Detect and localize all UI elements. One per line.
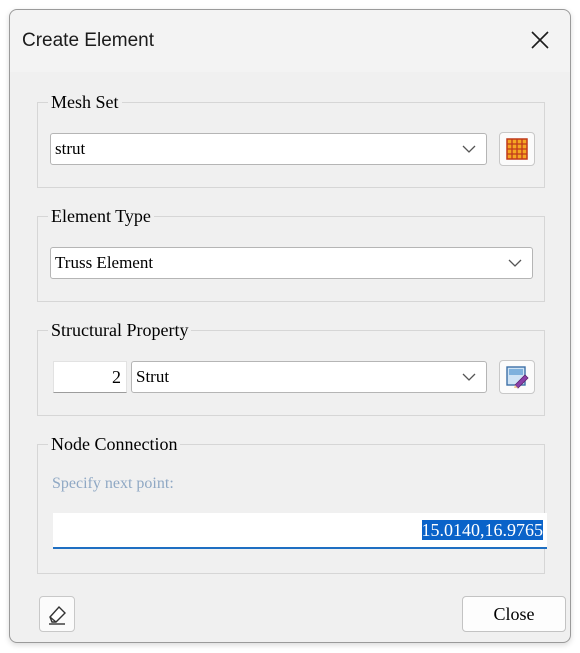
element-type-group: Element Type Truss Element bbox=[37, 204, 545, 302]
create-element-dialog: Create Element Mesh Set strut Element Ty… bbox=[9, 9, 571, 643]
close-x-icon bbox=[531, 31, 549, 49]
property-edit-icon bbox=[506, 366, 529, 389]
property-id-field[interactable]: 2 bbox=[53, 361, 127, 393]
coordinate-value: 15.0140,16.9765 bbox=[421, 520, 543, 540]
structural-property-legend: Structural Property bbox=[48, 318, 192, 342]
window-close-button[interactable] bbox=[518, 20, 562, 60]
chevron-down-icon bbox=[462, 373, 476, 381]
chevron-down-icon bbox=[462, 145, 476, 153]
clear-button[interactable] bbox=[39, 596, 75, 632]
mesh-set-legend: Mesh Set bbox=[48, 90, 122, 114]
title-bar: Create Element bbox=[10, 10, 570, 72]
node-connection-legend: Node Connection bbox=[48, 432, 181, 456]
mesh-set-group: Mesh Set strut bbox=[37, 90, 545, 188]
structural-property-select[interactable]: Strut bbox=[131, 361, 487, 393]
mesh-set-select[interactable]: strut bbox=[50, 133, 487, 165]
close-button[interactable]: Close bbox=[462, 596, 566, 632]
structural-property-group: Structural Property 2 Strut bbox=[37, 318, 545, 416]
mesh-grid-icon bbox=[506, 138, 528, 160]
dialog-title: Create Element bbox=[22, 30, 155, 51]
element-type-value: Truss Element bbox=[55, 253, 154, 272]
element-type-select[interactable]: Truss Element bbox=[50, 247, 533, 279]
node-connection-group: Node Connection Specify next point: 15.0… bbox=[37, 432, 547, 574]
structural-property-value: Strut bbox=[136, 367, 170, 386]
property-id-value: 2 bbox=[112, 367, 121, 387]
mesh-set-button[interactable] bbox=[499, 132, 535, 166]
mesh-set-value: strut bbox=[55, 139, 86, 158]
chevron-down-icon bbox=[508, 259, 522, 267]
element-type-legend: Element Type bbox=[48, 204, 154, 228]
eraser-icon bbox=[49, 605, 66, 625]
command-prompt: Specify next point: bbox=[52, 475, 174, 492]
coordinate-input[interactable]: 15.0140,16.9765 bbox=[53, 513, 547, 549]
structural-property-button[interactable] bbox=[499, 360, 535, 394]
